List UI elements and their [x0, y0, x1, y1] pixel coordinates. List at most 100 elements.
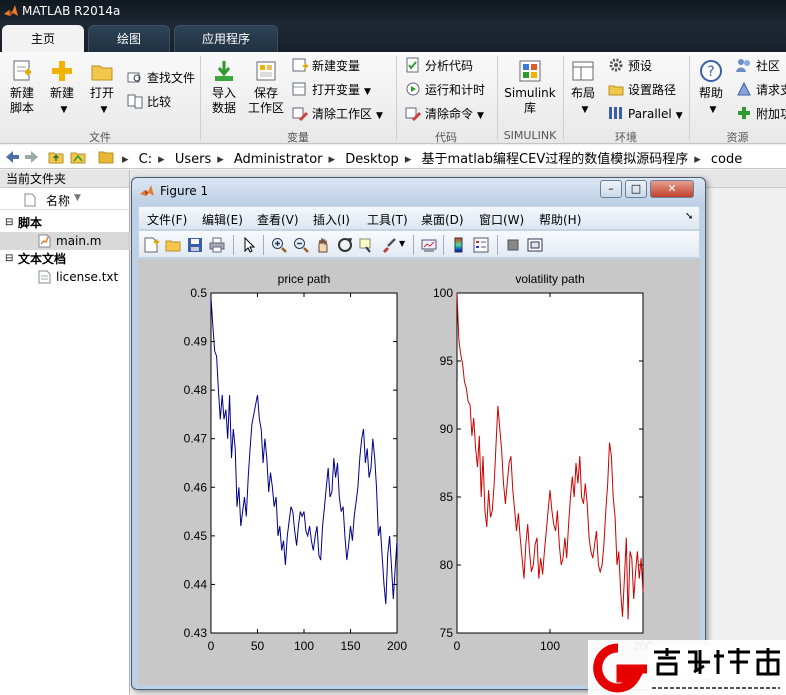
clear-commands-icon	[405, 107, 421, 121]
y-tick-label: 0.5	[190, 286, 207, 300]
open-file-icon[interactable]	[165, 237, 181, 253]
breadcrumb-item[interactable]: Administrator	[234, 152, 323, 167]
breadcrumb-item[interactable]: Desktop	[345, 152, 399, 167]
browse-folder-icon[interactable]	[70, 149, 86, 165]
breadcrumb-item[interactable]: code	[711, 152, 742, 167]
app-title: MATLAB R2014a	[22, 4, 121, 18]
menu-view[interactable]: 查看(V)	[257, 211, 299, 228]
simulink-library-button[interactable]: Simulink 库	[502, 58, 558, 116]
figure-canvas: price path 0 50 100 150 200 0.43 0.44 0.45 0.46 0.…	[138, 259, 700, 685]
analyze-code-button[interactable]: 分析代码	[405, 56, 473, 76]
toolbar-separator	[413, 235, 414, 255]
zoom-out-icon[interactable]	[293, 237, 309, 253]
compare-button[interactable]: 比较	[127, 92, 171, 112]
x-tick-label: 100	[540, 639, 560, 653]
current-folder-title: 当前文件夹	[0, 170, 129, 188]
compare-icon	[127, 94, 143, 109]
x-tick-label: 150	[340, 639, 360, 653]
import-data-button[interactable]: 导入 数据	[206, 58, 242, 116]
y-tick-label: 90	[440, 422, 454, 436]
new-variable-icon	[292, 58, 308, 72]
ribbon-divider	[396, 56, 397, 140]
minimize-button[interactable]: –	[600, 180, 622, 198]
menu-edit[interactable]: 编辑(E)	[202, 211, 243, 228]
preferences-label: 预设	[628, 59, 653, 73]
menu-desktop[interactable]: 桌面(D)	[421, 211, 464, 228]
back-arrow-icon[interactable]	[4, 149, 20, 165]
parallel-button[interactable]: Parallel ▼	[608, 104, 683, 124]
close-button[interactable]: ✕	[650, 180, 694, 198]
colorbar-icon[interactable]	[451, 237, 467, 253]
figure-titlebar[interactable]: Figure 1 – □ ✕	[132, 178, 705, 204]
tree-group-label: 脚本	[18, 216, 43, 230]
find-files-button[interactable]: 查找文件	[127, 68, 195, 88]
menu-tools[interactable]: 工具(T)	[367, 211, 408, 228]
group-resources-label: 资源	[726, 131, 749, 144]
tab-home[interactable]: 主页	[2, 25, 84, 52]
layout-button[interactable]: 布局 ▼	[566, 58, 600, 118]
breadcrumb-item[interactable]: C:	[139, 152, 152, 167]
breadcrumb-item[interactable]: 基于matlab编程CEV过程的数值模拟源码程序	[421, 152, 688, 167]
addons-button[interactable]: 附加功	[736, 104, 786, 124]
ribbon: 新建 脚本 新建 ▼ 打开 ▼ 查找文件 比较 文件 导入 数据 保存 工作区 新建…	[0, 52, 786, 144]
maximize-button[interactable]: □	[625, 180, 647, 198]
help-icon: ?	[700, 60, 722, 82]
file-item-main[interactable]: main.m	[0, 232, 130, 250]
show-plot-tools-icon[interactable]	[527, 237, 543, 253]
print-icon[interactable]	[209, 237, 225, 253]
tab-apps[interactable]: 应用程序	[174, 25, 278, 52]
open-variable-button[interactable]: 打开变量 ▼	[292, 80, 371, 100]
y-tick-label: 75	[440, 626, 454, 640]
tree-group-scripts[interactable]: ⊟ 脚本	[0, 214, 130, 232]
parallel-label: Parallel	[628, 107, 672, 121]
open-button[interactable]: 打开 ▼	[84, 58, 120, 118]
save-icon[interactable]	[187, 237, 203, 253]
hide-plot-tools-icon[interactable]	[505, 237, 521, 253]
menu-file[interactable]: 文件(F)	[147, 211, 187, 228]
data-cursor-icon[interactable]	[359, 237, 375, 253]
addons-label: 附加功	[756, 107, 786, 121]
file-icon	[24, 193, 36, 207]
find-files-icon	[127, 72, 141, 83]
y-tick-label: 0.47	[184, 432, 208, 446]
collapse-icon[interactable]: ⊟	[5, 214, 13, 232]
request-support-button[interactable]: 请求支	[736, 80, 786, 100]
collapse-icon[interactable]: ⊟	[5, 250, 13, 268]
pan-hand-icon[interactable]	[315, 237, 331, 253]
new-variable-button[interactable]: 新建变量	[292, 56, 360, 76]
new-button[interactable]: 新建 ▼	[44, 58, 80, 118]
clear-workspace-button[interactable]: 清除工作区 ▼	[292, 104, 383, 124]
ribbon-divider	[563, 56, 564, 140]
menu-help[interactable]: 帮助(H)	[539, 211, 581, 228]
compare-label: 比较	[147, 95, 172, 109]
name-column-header[interactable]: 名称 ▼	[0, 190, 130, 210]
zoom-in-icon[interactable]	[271, 237, 287, 253]
menu-insert[interactable]: 插入(I)	[313, 211, 350, 228]
preferences-button[interactable]: 预设	[608, 56, 652, 76]
new-figure-icon[interactable]	[143, 237, 159, 253]
brush-dropdown-icon[interactable]: ▼	[399, 239, 405, 248]
brush-icon[interactable]	[381, 237, 397, 253]
new-script-button[interactable]: 新建 脚本	[4, 58, 40, 116]
run-and-time-button[interactable]: 运行和计时	[405, 80, 485, 100]
breadcrumb-item[interactable]: Users	[175, 152, 211, 167]
set-path-button[interactable]: 设置路径	[608, 80, 676, 100]
pointer-arrow-icon[interactable]	[241, 237, 257, 253]
link-plot-icon[interactable]	[421, 237, 437, 253]
rotate-3d-icon[interactable]	[337, 237, 353, 253]
file-item-license[interactable]: license.txt	[0, 268, 130, 286]
tree-group-text-docs[interactable]: ⊟ 文本文档	[0, 250, 130, 268]
community-button[interactable]: 社区	[736, 56, 780, 76]
save-workspace-button[interactable]: 保存 工作区	[246, 58, 286, 116]
menu-dock-arrow-icon[interactable]: ➘	[685, 211, 693, 222]
help-button[interactable]: ? 帮助 ▼	[694, 58, 728, 118]
up-folder-icon[interactable]	[48, 149, 64, 165]
group-variable-label: 变量	[287, 131, 309, 144]
clear-commands-button[interactable]: 清除命令 ▼	[405, 104, 484, 124]
y-tick-label: 85	[440, 490, 454, 504]
legend-icon[interactable]	[473, 237, 489, 253]
tab-plots[interactable]: 绘图	[88, 25, 170, 52]
menu-window[interactable]: 窗口(W)	[479, 211, 524, 228]
forward-arrow-icon[interactable]	[24, 149, 40, 165]
clear-workspace-icon	[292, 107, 308, 121]
